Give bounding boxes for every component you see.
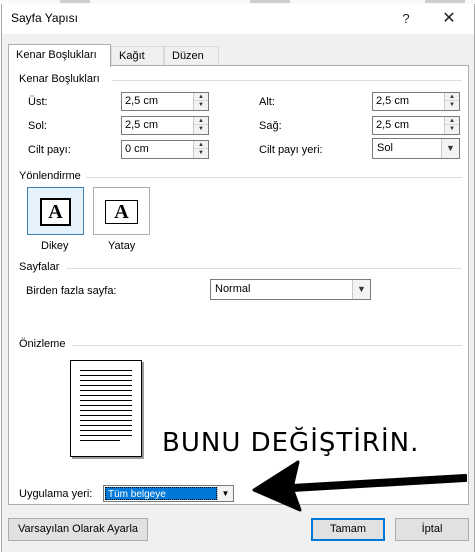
preview-text-line [80, 410, 132, 411]
top-margin-spinner[interactable]: 2,5 cm ▲ ▼ [121, 92, 209, 111]
spin-down-icon[interactable]: ▼ [194, 125, 208, 133]
preview-text-line [80, 400, 132, 401]
margins-section-title: Kenar Boşlukları [19, 73, 100, 85]
spin-up-icon[interactable]: ▲ [194, 117, 208, 125]
spin-arrows: ▲ ▼ [193, 117, 208, 134]
ok-button[interactable]: Tamam [311, 518, 385, 541]
spin-down-icon[interactable]: ▼ [194, 149, 208, 157]
right-margin-label: Sağ: [259, 120, 282, 132]
page-setup-dialog: Sayfa Yapısı ? ✕ Kenar Boşlukları Kağıt … [1, 4, 475, 552]
right-margin-spinner[interactable]: 2,5 cm ▲ ▼ [372, 116, 460, 135]
multiple-pages-value: Normal [215, 283, 251, 295]
apply-to-value: Tüm belgeye [105, 487, 217, 500]
tab-layout-label: Düzen [172, 50, 204, 62]
gutter-label: Cilt payı: [28, 144, 71, 156]
chevron-down-icon: ▼ [217, 486, 233, 501]
gutter-value: 0 cm [125, 143, 149, 155]
preview-text-line [80, 405, 132, 406]
arrow-left-icon [252, 460, 467, 512]
background-toolbar-fragment [425, 0, 465, 3]
pages-section-title: Sayfalar [19, 261, 60, 273]
divider [112, 80, 462, 81]
spin-up-icon[interactable]: ▲ [445, 93, 459, 101]
title-bar: Sayfa Yapısı ? ✕ [2, 4, 474, 34]
spin-down-icon[interactable]: ▼ [445, 125, 459, 133]
page-portrait-icon: A [40, 198, 71, 226]
gutter-position-label: Cilt payı yeri: [259, 144, 323, 156]
preview-text-line [80, 385, 132, 386]
spin-down-icon[interactable]: ▼ [194, 101, 208, 109]
landscape-option[interactable]: A [93, 187, 150, 235]
landscape-label: Yatay [108, 240, 136, 252]
portrait-label: Dikey [41, 240, 69, 252]
left-margin-label: Sol: [28, 120, 47, 132]
preview-text-line [80, 375, 132, 376]
background-toolbar-fragment [250, 0, 290, 3]
tab-margins-label: Kenar Boşlukları [16, 49, 97, 61]
preview-text-line [80, 380, 132, 381]
question-mark-icon[interactable]: ? [394, 9, 418, 29]
preview-text-line [80, 425, 132, 426]
chevron-down-icon: ▼ [441, 139, 459, 158]
divider [66, 268, 462, 269]
left-margin-value: 2,5 cm [125, 119, 159, 131]
tab-paper[interactable]: Kağıt [111, 46, 164, 66]
divider [86, 177, 462, 178]
spin-arrows: ▲ ▼ [444, 117, 459, 134]
page-landscape-icon: A [105, 200, 138, 224]
preview-text-line [80, 440, 120, 441]
bottom-margin-spinner[interactable]: 2,5 cm ▲ ▼ [372, 92, 460, 111]
spin-up-icon[interactable]: ▲ [194, 93, 208, 101]
preview-text-line [80, 430, 132, 431]
portrait-option[interactable]: A [27, 187, 84, 235]
bottom-margin-label: Alt: [259, 96, 275, 108]
close-icon[interactable]: ✕ [434, 8, 464, 30]
preview-text-line [80, 435, 132, 436]
gutter-spinner[interactable]: 0 cm ▲ ▼ [121, 140, 209, 159]
gutter-position-value: Sol [377, 142, 393, 154]
gutter-position-select[interactable]: Sol ▼ [372, 138, 460, 159]
background-toolbar-fragment [60, 0, 90, 3]
spin-arrows: ▲ ▼ [444, 93, 459, 110]
preview-text-line [80, 395, 132, 396]
preview-text-line [80, 420, 132, 421]
spin-down-icon[interactable]: ▼ [445, 101, 459, 109]
tab-margins[interactable]: Kenar Boşlukları [8, 44, 111, 67]
cancel-button[interactable]: İptal [395, 518, 469, 541]
preview-text-line [80, 390, 132, 391]
bottom-margin-value: 2,5 cm [376, 95, 410, 107]
orientation-section-title: Yönlendirme [19, 170, 81, 182]
preview-page [70, 360, 142, 457]
set-as-default-button[interactable]: Varsayılan Olarak Ayarla [8, 518, 148, 541]
spin-up-icon[interactable]: ▲ [194, 141, 208, 149]
multiple-pages-select[interactable]: Normal ▼ [210, 279, 371, 300]
annotation-text: BUNU DEĞİŞTİRİN. [162, 428, 420, 458]
preview-section-title: Önizleme [19, 338, 66, 350]
apply-to-label: Uygulama yeri: [19, 488, 93, 500]
spin-arrows: ▲ ▼ [193, 93, 208, 110]
tab-paper-label: Kağıt [119, 50, 145, 62]
left-margin-spinner[interactable]: 2,5 cm ▲ ▼ [121, 116, 209, 135]
preview-text-line [80, 415, 132, 416]
multiple-pages-label: Birden fazla sayfa: [26, 285, 117, 297]
spin-arrows: ▲ ▼ [193, 141, 208, 158]
divider [72, 345, 462, 346]
tab-layout[interactable]: Düzen [164, 46, 219, 66]
apply-to-select[interactable]: Tüm belgeye ▼ [103, 485, 234, 502]
chevron-down-icon: ▼ [352, 280, 370, 299]
preview-text-line [80, 370, 132, 371]
spin-up-icon[interactable]: ▲ [445, 117, 459, 125]
dialog-title: Sayfa Yapısı [11, 11, 78, 25]
top-margin-label: Üst: [28, 96, 48, 108]
top-margin-value: 2,5 cm [125, 95, 159, 107]
right-margin-value: 2,5 cm [376, 119, 410, 131]
